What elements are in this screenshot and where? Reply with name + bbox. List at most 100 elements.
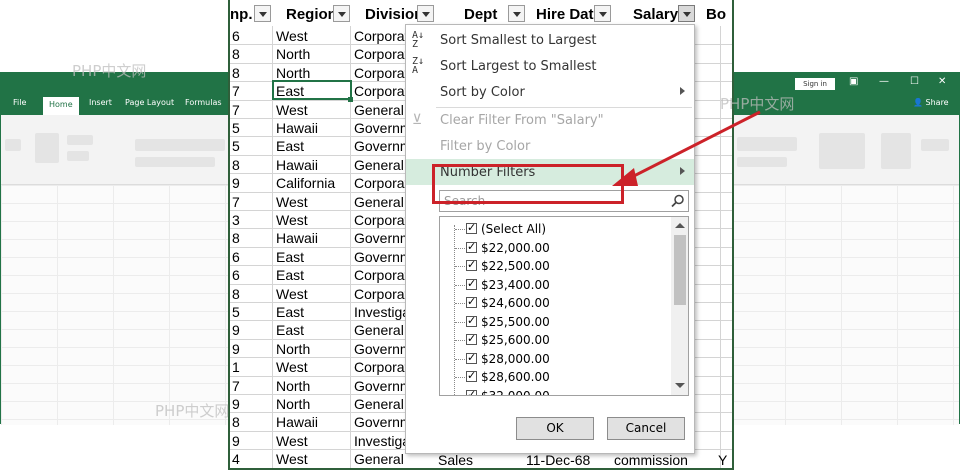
checkbox-checked-icon[interactable] [466, 369, 477, 382]
cell-emp[interactable]: 5 [232, 303, 270, 321]
tab-formulas[interactable]: Formulas [185, 98, 222, 107]
cell-region[interactable]: West [276, 450, 350, 468]
checkbox-checked-icon[interactable] [466, 351, 477, 364]
cell-region[interactable]: North [276, 45, 350, 63]
cell-emp[interactable]: 7 [232, 377, 270, 395]
cell-emp[interactable]: 9 [232, 321, 270, 339]
tab-insert[interactable]: Insert [89, 98, 112, 107]
value-item[interactable]: $28,600.00 [440, 368, 670, 387]
ribbon-display-icon[interactable]: ▣ [849, 76, 858, 87]
value-list[interactable]: (Select All) $22,000.00 $22,500.00 $23,400.… [439, 216, 689, 396]
cell-region[interactable]: East [276, 321, 350, 339]
value-item[interactable]: $23,400.00 [440, 276, 670, 295]
cell-emp[interactable]: 8 [232, 64, 270, 82]
value-item[interactable]: $24,600.00 [440, 294, 670, 313]
filter-dropdown-button[interactable] [508, 5, 525, 22]
cell-emp[interactable]: 3 [232, 211, 270, 229]
cell-region[interactable]: East [276, 137, 350, 155]
close-icon[interactable]: ✕ [938, 76, 946, 87]
cell-emp[interactable]: 5 [232, 119, 270, 137]
scroll-up-icon[interactable] [675, 223, 685, 228]
cell-region[interactable]: North [276, 377, 350, 395]
cell-region[interactable]: West [276, 358, 350, 376]
scroll-down-icon[interactable] [675, 383, 685, 388]
maximize-icon[interactable]: ☐ [910, 76, 919, 87]
cell-emp[interactable]: 9 [232, 432, 270, 450]
menu-clear-filter[interactable]: ⊻ Clear Filter From "Salary" [406, 107, 694, 133]
cell-region[interactable]: East [276, 303, 350, 321]
minimize-icon[interactable]: — [879, 76, 889, 87]
cell-emp[interactable]: 5 [232, 137, 270, 155]
fill-handle[interactable] [348, 97, 353, 102]
cell-emp[interactable]: 8 [232, 156, 270, 174]
salary-filter-button[interactable] [678, 5, 695, 22]
cell-emp[interactable]: 8 [232, 413, 270, 431]
cell-region[interactable]: California [276, 174, 350, 192]
cell-emp[interactable]: 9 [232, 395, 270, 413]
cell-region[interactable]: Hawaii [276, 229, 350, 247]
value-item[interactable]: $25,600.00 [440, 331, 670, 350]
cell-emp[interactable]: 8 [232, 45, 270, 63]
value-item[interactable]: $25,500.00 [440, 313, 670, 332]
cell-region[interactable]: Hawaii [276, 119, 350, 137]
cell-region[interactable]: Hawaii [276, 413, 350, 431]
cell-region[interactable]: North [276, 395, 350, 413]
cell-emp[interactable]: 7 [232, 101, 270, 119]
cell-region[interactable]: West [276, 285, 350, 303]
cell-region[interactable]: West [276, 211, 350, 229]
checkbox-checked-icon[interactable] [466, 221, 477, 234]
value-item[interactable]: $28,000.00 [440, 350, 670, 369]
select-all-item[interactable]: (Select All) [440, 220, 670, 239]
scrollbar-thumb[interactable] [674, 235, 686, 305]
tab-file[interactable]: File [13, 98, 26, 107]
cell-emp[interactable]: 6 [232, 248, 270, 266]
cell-emp[interactable]: 8 [232, 229, 270, 247]
cell-emp[interactable]: 9 [232, 340, 270, 358]
cell-region[interactable]: East [276, 248, 350, 266]
cell-emp[interactable]: 6 [232, 27, 270, 45]
header-hire-date: Hire Dat [528, 0, 614, 26]
value-item[interactable]: $22,000.00 [440, 239, 670, 258]
cell-region[interactable]: North [276, 340, 350, 358]
menu-filter-by-color[interactable]: Filter by Color [406, 133, 694, 159]
menu-sort-by-color[interactable]: Sort by Color [406, 79, 694, 105]
cell-emp[interactable]: 7 [232, 82, 270, 100]
cancel-button[interactable]: Cancel [607, 417, 685, 440]
checkbox-checked-icon[interactable] [466, 295, 477, 308]
tab-home[interactable]: Home [43, 97, 79, 115]
cell-region[interactable]: West [276, 432, 350, 450]
filter-dropdown-button[interactable] [333, 5, 350, 22]
value-label: $28,600.00 [481, 370, 550, 384]
value-list-scrollbar[interactable] [671, 217, 688, 395]
cell-emp[interactable]: 4 [232, 450, 270, 468]
cell-bonus[interactable]: Y [718, 451, 727, 468]
checkbox-checked-icon[interactable] [466, 314, 477, 327]
filter-dropdown-button[interactable] [417, 5, 434, 22]
cell-region[interactable]: West [276, 193, 350, 211]
cell-emp[interactable]: 6 [232, 266, 270, 284]
value-item[interactable]: $32,000.00 [440, 387, 670, 395]
tab-page-layout[interactable]: Page Layout [125, 98, 174, 107]
cell-region[interactable]: West [276, 27, 350, 45]
cell-region[interactable]: East [276, 266, 350, 284]
cell-emp[interactable]: 1 [232, 358, 270, 376]
filter-dropdown-button[interactable] [594, 5, 611, 22]
cell-emp[interactable]: 9 [232, 174, 270, 192]
checkbox-checked-icon[interactable] [466, 277, 477, 290]
checkbox-checked-icon[interactable] [466, 388, 477, 395]
ok-button[interactable]: OK [516, 417, 594, 440]
checkbox-checked-icon[interactable] [466, 258, 477, 271]
share-button[interactable]: 👤 Share [913, 98, 949, 107]
menu-sort-descending[interactable]: Z↓ A Sort Largest to Smallest [406, 53, 694, 79]
cell-region[interactable]: West [276, 101, 350, 119]
cell-emp[interactable]: 8 [232, 285, 270, 303]
checkbox-checked-icon[interactable] [466, 240, 477, 253]
checkbox-checked-icon[interactable] [466, 332, 477, 345]
cell-region[interactable]: Hawaii [276, 156, 350, 174]
value-item[interactable]: $22,500.00 [440, 257, 670, 276]
selected-cell[interactable] [272, 80, 352, 100]
menu-sort-ascending[interactable]: A↓ Z Sort Smallest to Largest [406, 27, 694, 53]
sign-in-button[interactable]: Sign in [795, 78, 835, 90]
filter-dropdown-button[interactable] [254, 5, 271, 22]
cell-emp[interactable]: 7 [232, 193, 270, 211]
